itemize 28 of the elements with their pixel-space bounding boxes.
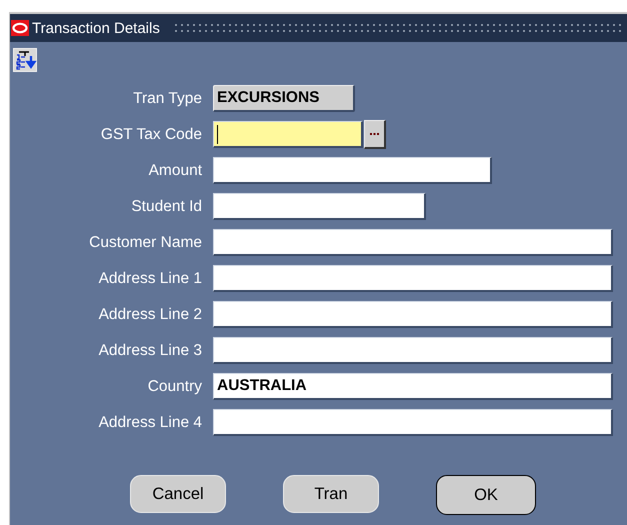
input-field[interactable] bbox=[213, 193, 426, 220]
field-label: Address Line 1 bbox=[98, 270, 203, 288]
field-label: Address Line 2 bbox=[98, 306, 203, 324]
input-field[interactable]: AUSTRALIA bbox=[213, 373, 613, 400]
input-field[interactable] bbox=[213, 229, 613, 256]
list-of-values-button[interactable] bbox=[364, 120, 386, 149]
field-label: Customer Name bbox=[88, 234, 203, 252]
dialog-button[interactable]: OK bbox=[436, 475, 536, 515]
dialog-button[interactable]: Cancel bbox=[130, 475, 226, 513]
dialog-button[interactable]: Tran bbox=[283, 475, 379, 513]
input-field[interactable] bbox=[213, 265, 613, 292]
sort-list-icon[interactable] bbox=[13, 48, 37, 72]
ellipsis-icon bbox=[370, 132, 379, 136]
field-label: Tran Type bbox=[132, 90, 203, 108]
input-field[interactable] bbox=[213, 337, 613, 364]
field-label: Address Line 4 bbox=[98, 414, 203, 432]
field-label: Student Id bbox=[130, 198, 203, 216]
input-field[interactable] bbox=[213, 157, 492, 184]
field-label: Country bbox=[146, 378, 203, 396]
field-label: GST Tax Code bbox=[100, 126, 203, 144]
display-field: EXCURSIONS bbox=[213, 85, 355, 112]
field-label: Address Line 3 bbox=[98, 342, 203, 360]
oracle-logo-icon bbox=[11, 20, 29, 36]
input-field[interactable] bbox=[213, 301, 613, 328]
field-label: Amount bbox=[148, 162, 203, 180]
input-field[interactable] bbox=[213, 409, 613, 436]
input-field[interactable] bbox=[213, 121, 363, 148]
window-title: Transaction Details bbox=[32, 20, 160, 36]
